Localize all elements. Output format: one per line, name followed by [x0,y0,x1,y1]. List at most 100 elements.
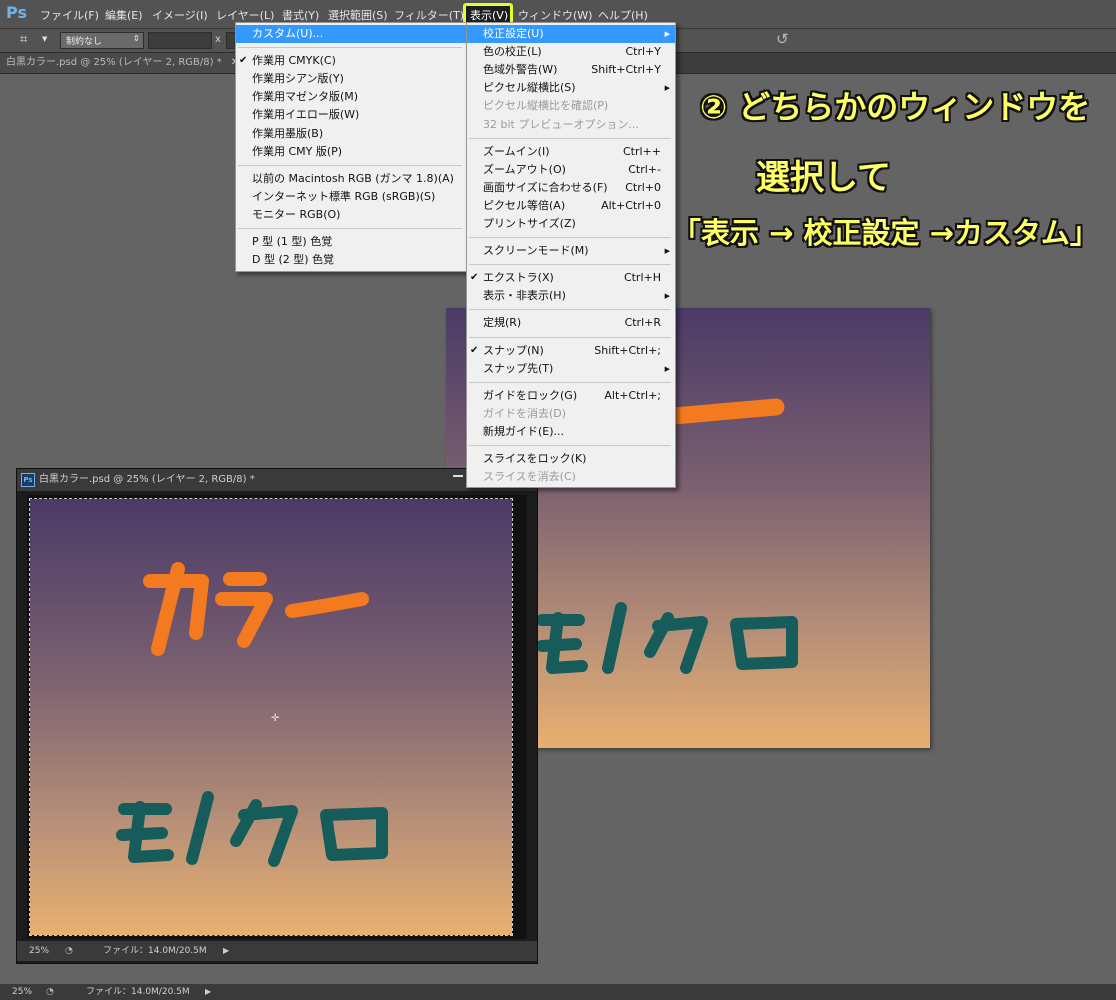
color-char-dash [285,592,369,618]
menu-image[interactable]: イメージ(I) [152,7,208,23]
menu-item[interactable]: D 型 (2 型) 色覚 [236,251,466,269]
menu-item-label: P 型 (1 型) 色覚 [252,235,333,248]
menu-item-label: ピクセル縦横比(S) [483,81,576,95]
menu-file[interactable]: ファイル(F) [40,7,99,23]
document-tab[interactable]: 白黒カラー.psd @ 25% (レイヤー 2, RGB/8) * ✕ [0,53,246,73]
crop-tool-icon[interactable]: ⌗ [20,32,27,47]
menu-item[interactable]: ピクセル等倍(A) Alt+Ctrl+0 [467,197,675,215]
menu-item-label: プリントサイズ(Z) [483,217,576,230]
menu-item[interactable]: 校正設定(U) ▶ [467,25,675,43]
floating-canvas-area[interactable]: ✛ [27,495,527,939]
menu-item[interactable]: ガイドをロック(G) Alt+Ctrl+; [467,387,675,405]
menu-item[interactable]: 作業用イエロー版(W) [236,106,466,124]
menu-item[interactable]: スライスをロック(K) [467,450,675,468]
ps-doc-icon: Ps [21,473,35,487]
menu-item-label: 色域外警告(W) [483,63,558,77]
status-arrow-icon[interactable]: ▶ [223,941,229,961]
mono-char-no-left [186,791,214,865]
x-label: x [215,34,221,45]
mono-char-ro [730,616,798,670]
menu-item-shortcut: Ctrl+H [623,271,661,285]
zoom-level[interactable]: 25% [29,941,49,961]
mono-char-mo [536,612,588,674]
menu-item-shortcut: Ctrl+- [628,162,661,176]
zoom-level-main[interactable]: 25% [12,984,32,1000]
menu-item-label: D 型 (2 型) 色覚 [252,253,335,267]
menu-item[interactable]: 色の校正(L) Ctrl+Y [467,43,675,61]
menu-edit[interactable]: 編集(E) [105,7,143,23]
menu-item[interactable]: 作業用シアン版(Y) [236,70,466,88]
menu-item-label: ズームアウト(O) [483,162,566,176]
color-char-ka [143,562,209,656]
menu-select[interactable]: 選択範囲(S) [328,7,388,23]
updown-icon: ⇕ [133,34,140,43]
menu-item[interactable]: ✔ スナップ(N) Shift+Ctrl+; [467,342,675,360]
menu-item[interactable]: 定規(R) Ctrl+R [467,314,675,332]
menu-item-label: ガイドを消去(D) [483,406,567,420]
menu-item[interactable]: 以前の Macintosh RGB (ガンマ 1.8)(A) [236,170,466,188]
menu-separator [469,381,671,383]
menu-item-shortcut: Ctrl+R [624,316,661,330]
menu-type[interactable]: 書式(Y) [282,7,319,23]
menu-item-shortcut: Ctrl++ [622,144,661,158]
annotation-line-3: 「表示 → 校正設定 →カスタム」 [672,216,1099,250]
menu-item[interactable]: スクリーンモード(M) ▶ [467,242,675,260]
menu-item-label: 作業用イエロー版(W) [252,108,360,122]
menu-layer[interactable]: レイヤー(L) [216,7,274,23]
menu-item-label: 以前の Macintosh RGB (ガンマ 1.8)(A) [252,171,454,185]
document-tab-title: 白黒カラー.psd @ 25% (レイヤー 2, RGB/8) * [6,57,222,68]
menu-item-label: 色の校正(L) [483,45,542,59]
chevron-down-icon[interactable]: ▼ [42,35,47,43]
menu-item[interactable]: カスタム(U)... [236,25,466,43]
menu-item[interactable]: 色域外警告(W) Shift+Ctrl+Y [467,61,675,79]
menu-item-label: エクストラ(X) [483,271,554,285]
menu-item[interactable]: 作業用マゼンタ版(M) [236,88,466,106]
color-char-ra [215,572,273,648]
menu-item-label: 表示・非表示(H) [483,289,566,303]
mono-char-ku [644,612,708,674]
status-info-icon[interactable]: ◔ [65,941,73,961]
menu-item[interactable]: P 型 (1 型) 色覚 [236,233,466,251]
menu-item[interactable]: ✔ 作業用 CMYK(C) [236,52,466,70]
file-size-main: ファイル：14.0M/20.5M [86,987,190,997]
menu-item[interactable]: スナップ先(T) ▶ [467,360,675,378]
status-info-icon-main[interactable]: ◔ [46,984,54,1000]
menu-window[interactable]: ウィンドウ(W) [518,7,592,23]
crop-preset-select[interactable]: 制約なし ⇕ [60,32,144,49]
menu-separator [238,228,462,229]
status-bar: 25% ◔ ファイル：14.0M/20.5M ▶ [0,984,1116,1000]
status-arrow-icon-main[interactable]: ▶ [205,984,211,1000]
menu-item-label: 校正設定(U) [483,27,544,40]
submenu-arrow-icon: ▶ [664,247,670,256]
menu-item[interactable]: 画面サイズに合わせる(F) Ctrl+0 [467,179,675,197]
menu-item[interactable]: ピクセル縦横比(S) ▶ [467,79,675,97]
menu-item-label: ガイドをロック(G) [483,388,578,402]
menu-item[interactable]: モニター RGB(O) [236,206,466,224]
menu-item: ピクセル縦横比を確認(P) [467,97,675,115]
floating-window-titlebar[interactable]: Ps 白黒カラー.psd @ 25% (レイヤー 2, RGB/8) * [17,469,537,491]
menu-filter[interactable]: フィルター(T) [394,7,464,23]
menu-item-label: ピクセル等倍(A) [483,198,566,212]
menu-item[interactable]: 表示・非表示(H) ▶ [467,287,675,305]
menu-item-label: スナップ先(T) [483,361,554,375]
rotate-reset-icon[interactable]: ↺ [776,30,789,48]
menu-item[interactable]: ズームアウト(O) Ctrl+- [467,161,675,179]
menu-item[interactable]: インターネット標準 RGB (sRGB)(S) [236,188,466,206]
menu-item[interactable]: 作業用墨版(B) [236,125,466,143]
menu-separator [469,445,671,446]
file-size: ファイル：14.0M/20.5M [103,946,207,956]
menu-item[interactable]: 新規ガイド(E)... [467,423,675,441]
floating-document-window[interactable]: Ps 白黒カラー.psd @ 25% (レイヤー 2, RGB/8) * ✛ 2… [16,468,538,964]
menu-item-shortcut: Alt+Ctrl+0 [601,198,661,212]
menu-item-label: モニター RGB(O) [252,207,341,221]
menu-item[interactable]: ✔ エクストラ(X) Ctrl+H [467,269,675,287]
minimize-icon[interactable] [453,475,463,477]
menu-item[interactable]: ズームイン(I) Ctrl++ [467,143,675,161]
width-input[interactable] [148,32,212,49]
floating-document-canvas[interactable]: ✛ [29,498,513,936]
menu-item[interactable]: プリントサイズ(Z) [467,215,675,233]
menu-view[interactable]: 表示(V) [470,7,508,23]
menu-help[interactable]: ヘルプ(H) [598,7,648,23]
menu-item[interactable]: 作業用 CMY 版(P) [236,143,466,161]
crosshair-icon: ✛ [271,713,280,724]
